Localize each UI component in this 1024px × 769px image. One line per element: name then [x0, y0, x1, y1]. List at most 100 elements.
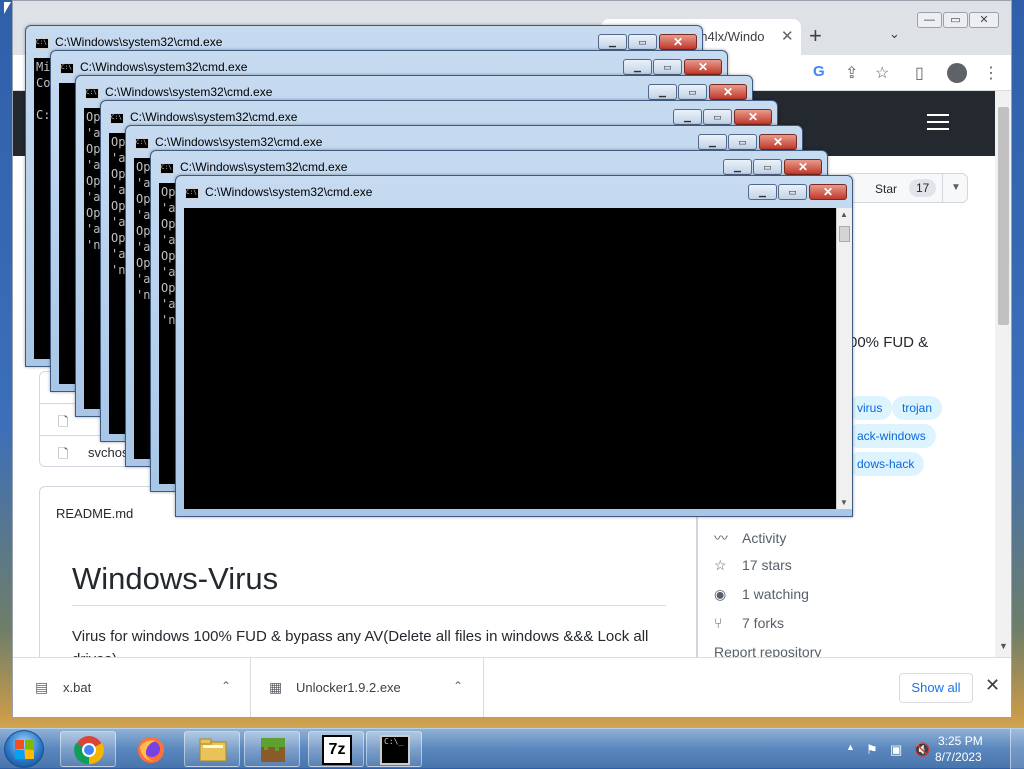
minecraft-grass-block-icon [261, 738, 285, 762]
batch-file-icon: ▤ [35, 679, 49, 695]
star-dropdown-icon[interactable]: ▼ [942, 174, 969, 202]
activity-link[interactable]: 〰 Activity [714, 528, 786, 548]
show-desktop-button[interactable] [1010, 729, 1024, 769]
cmd-close-button[interactable]: ✕ [759, 134, 797, 150]
taskbar-firefox[interactable] [122, 731, 178, 767]
stars-link[interactable]: ☆ 17 stars [714, 557, 792, 574]
download-item[interactable]: ▦ Unlocker1.9.2.exe ⌃ [251, 658, 484, 717]
cmd-minimize-button[interactable]: ▁ [673, 109, 702, 125]
file-icon: 🗋 [58, 414, 69, 429]
file-name[interactable]: svchos [88, 445, 128, 460]
cmd-minimize-button[interactable]: ▁ [623, 59, 652, 75]
mouse-cursor [4, 2, 11, 14]
download-bar: ▤ x.bat ⌃ ▦ Unlocker1.9.2.exe ⌃ Show all… [13, 657, 1011, 717]
profile-avatar[interactable] [947, 63, 967, 83]
taskbar-explorer[interactable] [184, 731, 240, 767]
cmd-icon: C:\ [85, 88, 99, 99]
browser-close-button[interactable]: ✕ [969, 12, 999, 28]
cmd-scrollbar[interactable]: ▲ ▼ [836, 208, 852, 509]
show-hidden-icons-arrow-icon[interactable]: ▲ [846, 742, 855, 752]
cmd-window-title: C:\Windows\system32\cmd.exe [180, 160, 348, 174]
forks-link[interactable]: ⑂ 7 forks [714, 615, 784, 631]
chevron-up-icon[interactable]: ⌃ [453, 679, 463, 693]
cmd-close-button[interactable]: ✕ [709, 84, 747, 100]
chevron-up-icon[interactable]: ⌃ [221, 679, 231, 693]
tab-search-button[interactable]: ⌄ [889, 26, 900, 42]
cmd-window-title: C:\Windows\system32\cmd.exe [155, 135, 323, 149]
console-text: Op 'a Op 'a Op 'a Op 'a 'n [111, 135, 126, 277]
cmd-maximize-button[interactable]: ▭ [628, 34, 657, 50]
cmd-maximize-button[interactable]: ▭ [753, 159, 782, 175]
cmd-close-button[interactable]: ✕ [809, 184, 847, 200]
topic-tag[interactable]: ack-windows [847, 424, 936, 448]
cmd-window-title: C:\Windows\system32\cmd.exe [55, 35, 223, 49]
scroll-up-arrow-icon[interactable]: ▲ [840, 210, 848, 219]
folder-icon [199, 738, 227, 762]
cmd-minimize-button[interactable]: ▁ [748, 184, 777, 200]
cmd-maximize-button[interactable]: ▭ [653, 59, 682, 75]
cmd-console[interactable] [184, 208, 836, 509]
cmd-minimize-button[interactable]: ▁ [648, 84, 677, 100]
bookmark-star-icon[interactable]: ☆ [875, 63, 889, 83]
browser-maximize-button[interactable]: ▭ [943, 12, 968, 28]
taskbar-cmd[interactable]: C:\_ [366, 731, 422, 767]
start-button[interactable] [4, 730, 44, 768]
new-tab-button[interactable]: + [809, 23, 822, 49]
scroll-down-arrow-icon[interactable]: ▼ [840, 498, 848, 507]
topic-tag[interactable]: trojan [892, 396, 943, 420]
topic-tag[interactable]: dows-hack [847, 452, 925, 476]
tab-close-icon[interactable]: ✕ [781, 27, 794, 45]
cmd-window-title: C:\Windows\system32\cmd.exe [205, 185, 373, 199]
readme-filename: README.md [56, 506, 134, 521]
close-download-bar-icon[interactable]: ✕ [985, 675, 1000, 696]
chrome-menu-icon[interactable]: ⋮ [983, 63, 999, 83]
console-text: Op 'a Op 'a Op 'a Op 'a 'n [86, 110, 101, 252]
readme-title: Windows-Virus [72, 561, 279, 596]
cmd-maximize-button[interactable]: ▭ [703, 109, 732, 125]
network-icon[interactable]: ▣ [890, 742, 902, 758]
eye-icon: ◉ [714, 586, 727, 602]
cmd-icon: C:\ [185, 188, 199, 199]
scroll-down-arrow-icon[interactable]: ▼ [999, 641, 1008, 651]
browser-minimize-button[interactable]: — [917, 12, 942, 28]
cmd-close-button[interactable]: ✕ [659, 34, 697, 50]
watching-link[interactable]: ◉ 1 watching [714, 586, 809, 603]
side-panel-icon[interactable]: ▯ [915, 63, 924, 83]
download-name: x.bat [63, 680, 92, 695]
download-item[interactable]: ▤ x.bat ⌃ [13, 658, 251, 717]
cmd-maximize-button[interactable]: ▭ [678, 84, 707, 100]
console-text: Op 'a Op 'a Op 'a Op 'a 'n [136, 160, 151, 302]
download-name: Unlocker1.9.2.exe [296, 680, 401, 695]
cmd-close-button[interactable]: ✕ [784, 159, 822, 175]
taskbar-chrome[interactable] [60, 731, 116, 767]
volume-muted-icon[interactable]: 🔇 [914, 742, 930, 758]
system-tray: ▲ ⚑ ▣ 🔇 3:25 PM 8/7/2023 [842, 729, 1024, 769]
cmd-maximize-button[interactable]: ▭ [728, 134, 757, 150]
file-icon: 🗋 [58, 446, 69, 461]
star-count: 17 [909, 179, 937, 197]
cmd-minimize-button[interactable]: ▁ [698, 134, 727, 150]
taskbar-minecraft[interactable] [244, 731, 300, 767]
hamburger-menu-icon[interactable] [927, 114, 949, 130]
clock-date[interactable]: 8/7/2023 [935, 750, 982, 764]
google-lens-icon[interactable]: G [813, 63, 825, 80]
star-button[interactable]: Star 17 ▼ [846, 173, 968, 203]
page-scrollbar[interactable]: ▼ [995, 91, 1011, 657]
cmd-minimize-button[interactable]: ▁ [723, 159, 752, 175]
topic-tag[interactable]: virus [847, 396, 893, 420]
scrollbar-thumb[interactable] [998, 107, 1009, 325]
taskbar-7zip[interactable]: 7z [308, 731, 364, 767]
cmd-icon: C:\ [160, 163, 174, 174]
scrollbar-thumb[interactable] [839, 226, 850, 242]
7zip-icon: 7z [322, 735, 352, 765]
action-center-flag-icon[interactable]: ⚑ [866, 742, 878, 758]
share-icon[interactable]: ⇪ [845, 63, 858, 83]
show-all-button[interactable]: Show all [899, 673, 973, 703]
clock-time[interactable]: 3:25 PM [938, 734, 983, 748]
cmd-maximize-button[interactable]: ▭ [778, 184, 807, 200]
cmd-close-button[interactable]: ✕ [684, 59, 722, 75]
chrome-icon [74, 736, 104, 765]
cmd-close-button[interactable]: ✕ [734, 109, 772, 125]
cmd-window-active[interactable]: C:\ C:\Windows\system32\cmd.exe ▁ ▭ ✕ ▲ … [175, 175, 853, 517]
cmd-minimize-button[interactable]: ▁ [598, 34, 627, 50]
